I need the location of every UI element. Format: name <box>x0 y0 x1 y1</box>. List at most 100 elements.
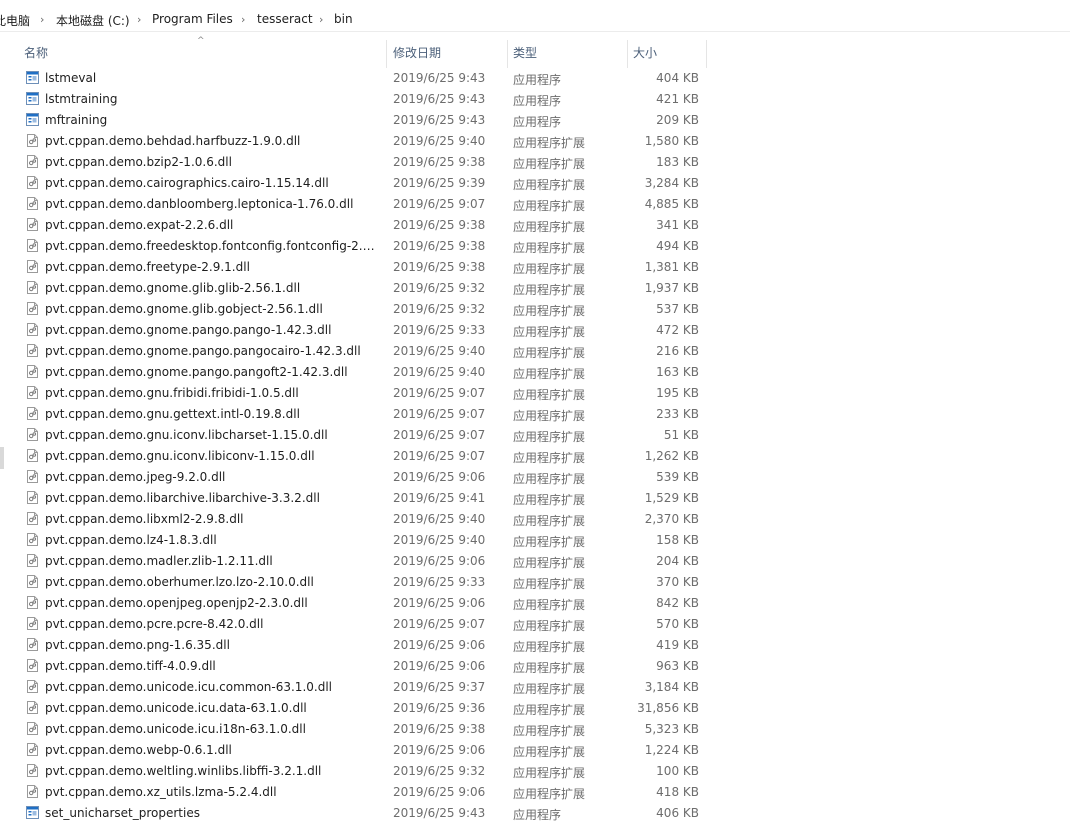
column-header-type[interactable]: 类型 <box>507 36 627 68</box>
file-row[interactable]: pvt.cppan.demo.pcre.pcre-8.42.0.dll 2019/… <box>0 613 1070 634</box>
dll-icon <box>27 533 38 546</box>
file-row[interactable]: lstmtraining 2019/6/25 9:43 应用程序 421 KB <box>0 88 1070 109</box>
file-size: 3,284 KB <box>644 176 699 190</box>
file-row[interactable]: pvt.cppan.demo.gnome.pango.pangocairo-1.… <box>0 340 1070 361</box>
file-row[interactable]: pvt.cppan.demo.gnu.fribidi.fribidi-1.0.5… <box>0 382 1070 403</box>
file-type: 应用程序扩展 <box>513 220 586 234</box>
file-size: 842 KB <box>656 596 699 610</box>
file-name: pvt.cppan.demo.gnome.glib.gobject-2.56.1… <box>45 302 323 316</box>
column-header-row: 名称 修改日期 类型 大小 <box>0 36 1070 68</box>
file-row[interactable]: pvt.cppan.demo.madler.zlib-1.2.11.dll 201… <box>0 550 1070 571</box>
breadcrumb-this-pc[interactable]: 此电脑 <box>0 12 30 29</box>
file-date-modified: 2019/6/25 9:06 <box>393 470 486 484</box>
file-type: 应用程序扩展 <box>513 703 586 717</box>
file-date-modified: 2019/6/25 9:40 <box>393 512 486 526</box>
file-row[interactable]: pvt.cppan.demo.unicode.icu.data-63.1.0.d… <box>0 697 1070 718</box>
chevron-right-icon[interactable]: › <box>137 13 141 26</box>
file-row[interactable]: pvt.cppan.demo.cairographics.cairo-1.15.… <box>0 172 1070 193</box>
dll-icon <box>27 344 38 357</box>
file-size: 209 KB <box>656 113 699 127</box>
file-date-modified: 2019/6/25 9:32 <box>393 281 486 295</box>
file-type: 应用程序 <box>513 73 562 87</box>
file-row[interactable]: pvt.cppan.demo.libxml2-2.9.8.dll 2019/6/2… <box>0 508 1070 529</box>
file-row[interactable]: pvt.cppan.demo.unicode.icu.common-63.1.0… <box>0 676 1070 697</box>
file-row[interactable]: pvt.cppan.demo.gnu.iconv.libcharset-1.15… <box>0 424 1070 445</box>
file-row[interactable]: pvt.cppan.demo.gnome.pango.pangoft2-1.42… <box>0 361 1070 382</box>
file-row[interactable]: pvt.cppan.demo.gnome.glib.gobject-2.56.1… <box>0 298 1070 319</box>
file-row[interactable]: mftraining 2019/6/25 9:43 应用程序 209 KB <box>0 109 1070 130</box>
file-date-modified: 2019/6/25 9:40 <box>393 344 486 358</box>
file-type: 应用程序扩展 <box>513 724 586 738</box>
file-date-modified: 2019/6/25 9:38 <box>393 239 486 253</box>
file-row[interactable]: pvt.cppan.demo.lz4-1.8.3.dll 2019/6/25 9:… <box>0 529 1070 550</box>
file-type: 应用程序扩展 <box>513 619 586 633</box>
dll-icon <box>27 365 38 378</box>
chevron-right-icon[interactable]: › <box>319 13 323 26</box>
file-size: 1,224 KB <box>644 743 699 757</box>
file-name: pvt.cppan.demo.gnu.gettext.intl-0.19.8.d… <box>45 407 300 421</box>
breadcrumb-local-disk-c[interactable]: 本地磁盘 (C:) <box>56 12 130 29</box>
file-date-modified: 2019/6/25 9:38 <box>393 260 486 274</box>
file-row[interactable]: pvt.cppan.demo.weltling.winlibs.libffi-3… <box>0 760 1070 781</box>
file-row[interactable]: pvt.cppan.demo.xz_utils.lzma-5.2.4.dll 20… <box>0 781 1070 802</box>
file-row[interactable]: pvt.cppan.demo.jpeg-9.2.0.dll 2019/6/25 9… <box>0 466 1070 487</box>
file-type: 应用程序扩展 <box>513 409 586 423</box>
file-name: lstmtraining <box>45 92 118 106</box>
dll-icon <box>27 155 38 168</box>
chevron-right-icon[interactable]: › <box>241 13 245 26</box>
file-type: 应用程序扩展 <box>513 136 586 150</box>
address-bar-breadcrumb[interactable]: 此电脑 › 本地磁盘 (C:) › Program Files › tesser… <box>0 0 1070 32</box>
dll-icon <box>27 260 38 273</box>
file-row[interactable]: set_unicharset_properties 2019/6/25 9:43 应… <box>0 802 1070 823</box>
column-header-size[interactable]: 大小 <box>627 36 707 68</box>
exe-icon <box>26 806 39 819</box>
file-row[interactable]: pvt.cppan.demo.expat-2.2.6.dll 2019/6/25 … <box>0 214 1070 235</box>
file-row[interactable]: pvt.cppan.demo.openjpeg.openjp2-2.3.0.dl… <box>0 592 1070 613</box>
file-type: 应用程序扩展 <box>513 199 586 213</box>
file-row[interactable]: pvt.cppan.demo.webp-0.6.1.dll 2019/6/25 9… <box>0 739 1070 760</box>
file-date-modified: 2019/6/25 9:07 <box>393 428 486 442</box>
column-divider[interactable] <box>706 40 707 68</box>
file-row[interactable]: pvt.cppan.demo.gnu.gettext.intl-0.19.8.d… <box>0 403 1070 424</box>
file-name: pvt.cppan.demo.jpeg-9.2.0.dll <box>45 470 226 484</box>
file-size: 472 KB <box>656 323 699 337</box>
file-row[interactable]: pvt.cppan.demo.gnu.iconv.libiconv-1.15.0… <box>0 445 1070 466</box>
file-row[interactable]: pvt.cppan.demo.png-1.6.35.dll 2019/6/25 9… <box>0 634 1070 655</box>
file-name: pvt.cppan.demo.gnome.pango.pangocairo-1.… <box>45 344 361 358</box>
breadcrumb-bin[interactable]: bin <box>334 12 353 26</box>
chevron-right-icon[interactable]: › <box>40 13 44 26</box>
file-row[interactable]: pvt.cppan.demo.libarchive.libarchive-3.3… <box>0 487 1070 508</box>
file-name: pvt.cppan.demo.weltling.winlibs.libffi-3… <box>45 764 322 778</box>
file-row[interactable]: pvt.cppan.demo.behdad.harfbuzz-1.9.0.dll… <box>0 130 1070 151</box>
file-row[interactable]: pvt.cppan.demo.freedesktop.fontconfig.fo… <box>0 235 1070 256</box>
file-date-modified: 2019/6/25 9:43 <box>393 92 486 106</box>
dll-icon <box>27 701 38 714</box>
file-name: pvt.cppan.demo.tiff-4.0.9.dll <box>45 659 216 673</box>
dll-icon <box>27 134 38 147</box>
file-row[interactable]: pvt.cppan.demo.unicode.icu.i18n-63.1.0.d… <box>0 718 1070 739</box>
file-row[interactable]: pvt.cppan.demo.oberhumer.lzo.lzo-2.10.0.… <box>0 571 1070 592</box>
dll-icon <box>27 554 38 567</box>
file-type: 应用程序扩展 <box>513 745 586 759</box>
breadcrumb-program-files[interactable]: Program Files <box>152 12 233 26</box>
column-header-date-modified[interactable]: 修改日期 <box>387 36 507 68</box>
file-size: 1,580 KB <box>644 134 699 148</box>
file-row[interactable]: pvt.cppan.demo.gnome.glib.glib-2.56.1.dl… <box>0 277 1070 298</box>
file-date-modified: 2019/6/25 9:07 <box>393 197 486 211</box>
file-row[interactable]: pvt.cppan.demo.gnome.pango.pango-1.42.3.… <box>0 319 1070 340</box>
file-size: 494 KB <box>656 239 699 253</box>
file-type: 应用程序扩展 <box>513 640 586 654</box>
file-row[interactable]: pvt.cppan.demo.danbloomberg.leptonica-1.… <box>0 193 1070 214</box>
file-name: pvt.cppan.demo.gnu.iconv.libcharset-1.15… <box>45 428 328 442</box>
file-row[interactable]: lstmeval 2019/6/25 9:43 应用程序 404 KB <box>0 67 1070 88</box>
file-size: 963 KB <box>656 659 699 673</box>
file-row[interactable]: pvt.cppan.demo.tiff-4.0.9.dll 2019/6/25 9… <box>0 655 1070 676</box>
file-row[interactable]: pvt.cppan.demo.freetype-2.9.1.dll 2019/6/… <box>0 256 1070 277</box>
file-type: 应用程序扩展 <box>513 682 586 696</box>
breadcrumb-tesseract[interactable]: tesseract <box>257 12 313 26</box>
file-size: 100 KB <box>656 764 699 778</box>
file-date-modified: 2019/6/25 9:07 <box>393 449 486 463</box>
file-date-modified: 2019/6/25 9:38 <box>393 218 486 232</box>
file-date-modified: 2019/6/25 9:43 <box>393 806 486 820</box>
file-row[interactable]: pvt.cppan.demo.bzip2-1.0.6.dll 2019/6/25 … <box>0 151 1070 172</box>
